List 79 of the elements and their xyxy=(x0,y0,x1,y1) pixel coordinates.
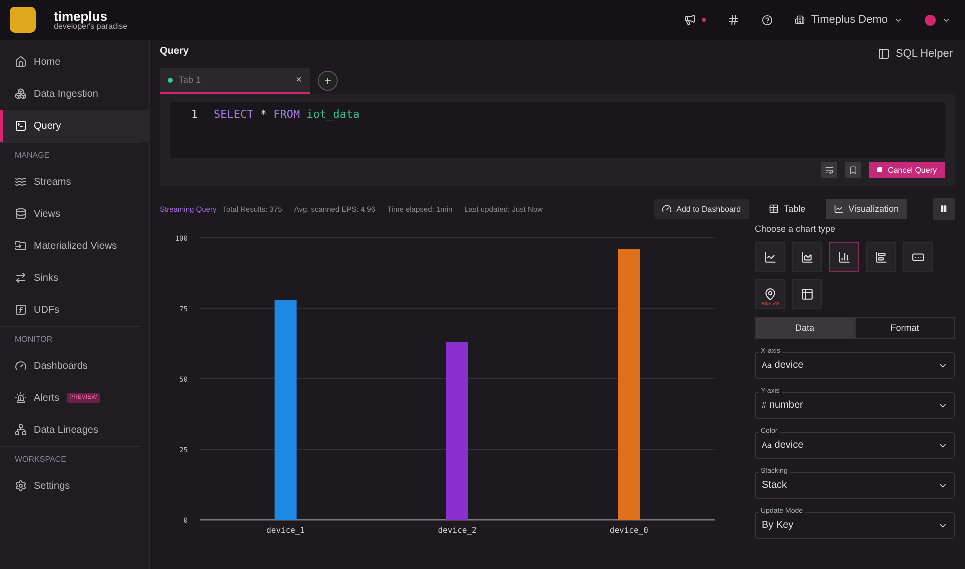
bookmark-button[interactable] xyxy=(845,162,862,178)
help-button[interactable] xyxy=(760,12,776,28)
wrap-text-icon xyxy=(824,166,834,174)
siren-icon xyxy=(15,392,27,404)
settings-icon xyxy=(15,480,27,492)
sidebar-section-label: MONITOR xyxy=(0,326,141,350)
network-icon xyxy=(15,424,27,436)
area-chart-icon xyxy=(800,250,814,264)
format-button[interactable] xyxy=(821,162,838,178)
sidebar-item[interactable]: Home xyxy=(0,46,149,78)
sidebar-item[interactable]: Streams xyxy=(0,166,149,198)
line-chart-icon xyxy=(834,204,844,214)
axis-label: device_1 xyxy=(266,526,306,535)
sidebar-item[interactable]: Views xyxy=(0,198,149,230)
cancel-query-button[interactable]: Cancel Query xyxy=(869,162,945,178)
sidebar-item[interactable]: Sinks xyxy=(0,262,149,294)
stop-icon xyxy=(877,167,884,173)
line-chart-icon xyxy=(764,250,776,264)
axis-label: device_2 xyxy=(438,526,477,535)
pause-button[interactable] xyxy=(933,198,955,220)
folder-icon xyxy=(15,240,27,252)
chart-type-button[interactable] xyxy=(755,242,785,272)
select-field[interactable]: Aa device xyxy=(755,352,955,379)
add-to-dashboard-button[interactable]: Add to Dashboard xyxy=(654,199,750,219)
waves-icon xyxy=(15,176,27,188)
table-icon xyxy=(800,288,814,300)
panel-icon xyxy=(878,48,890,60)
brand-tagline: developer's paradise xyxy=(54,22,128,30)
bar-chart-icon xyxy=(838,250,850,264)
sidebar-section-label: WORKSPACE xyxy=(0,446,141,470)
chart-type-button[interactable] xyxy=(829,242,859,272)
chart-type-button[interactable] xyxy=(792,242,822,272)
terminal-icon xyxy=(15,120,27,132)
sidebar-item[interactable]: Data Lineages xyxy=(0,414,149,446)
chart-type-button[interactable] xyxy=(903,242,933,272)
sql-editor[interactable]: 1 SELECT * FROM iot_data xyxy=(170,102,945,158)
sidebar-item[interactable]: UDFs xyxy=(0,294,149,326)
function-icon xyxy=(15,304,27,316)
sidebar-item[interactable]: Query xyxy=(0,110,149,142)
chart-type-button[interactable] xyxy=(792,279,822,309)
page-title: Query xyxy=(160,46,189,57)
map-pin-icon xyxy=(764,288,776,300)
settings-tab[interactable]: Data xyxy=(755,317,855,339)
workspace-selector[interactable]: Timeplus Demo xyxy=(793,12,905,28)
bookmark-icon xyxy=(848,166,858,174)
announcement-button[interactable] xyxy=(682,12,708,28)
number-icon xyxy=(912,250,924,264)
select-field[interactable]: # number xyxy=(755,392,955,419)
select-field[interactable]: Aa device xyxy=(755,432,955,459)
database-icon xyxy=(15,208,27,220)
megaphone-icon xyxy=(684,14,696,26)
sidebar-section-label: MANAGE xyxy=(0,142,141,166)
hash-icon xyxy=(728,14,740,26)
query-tab[interactable]: Tab 1 × xyxy=(160,68,310,94)
home-icon xyxy=(15,56,27,68)
table-icon xyxy=(769,204,780,214)
logo-icon xyxy=(10,7,36,33)
sidebar-item[interactable]: Data Ingestion xyxy=(0,78,149,110)
boxes-icon xyxy=(15,88,27,100)
arrows-icon xyxy=(15,272,27,284)
horizontal-bar-chart-icon xyxy=(874,250,888,264)
sidebar-item[interactable]: Dashboards xyxy=(0,350,149,382)
brand-name: timeplus xyxy=(54,10,108,22)
help-icon xyxy=(762,14,774,26)
chart-type-button[interactable] xyxy=(866,242,896,272)
pause-icon xyxy=(940,205,948,213)
axis-label: device_0 xyxy=(610,526,648,535)
settings-tab[interactable]: Format xyxy=(855,317,955,339)
view-tab[interactable]: Visualization xyxy=(826,199,907,219)
sql-helper-button[interactable]: SQL Helper xyxy=(876,46,955,62)
view-tab[interactable]: Table xyxy=(761,199,814,219)
gauge-icon xyxy=(15,360,27,372)
avatar xyxy=(925,14,936,26)
sidebar-item[interactable]: Materialized Views xyxy=(0,230,149,262)
gauge-icon xyxy=(662,204,672,214)
panel-title: Choose a chart type xyxy=(755,224,837,234)
sidebar-item[interactable]: Settings xyxy=(0,470,149,502)
building-icon xyxy=(795,15,806,25)
add-tab-button[interactable]: + xyxy=(318,71,338,91)
